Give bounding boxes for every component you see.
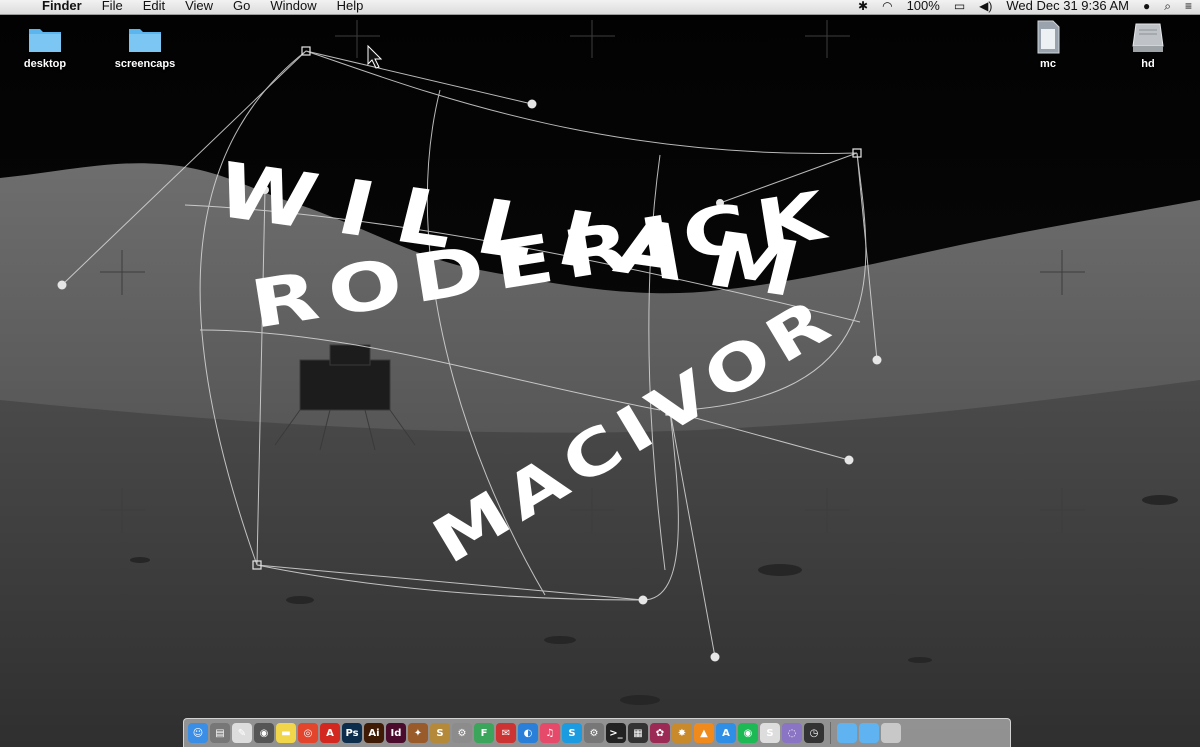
warped-name-artwork: WILLIAM RODERICK MACIVOR — [208, 146, 848, 578]
menu-bar: Finder File Edit View Go Window Help ✱ ◠… — [0, 0, 1200, 15]
menu-bar-status: ✱ ◠ 100% ▭ ◀) Wed Dec 31 9:36 AM ● ⌕ ≡ — [858, 0, 1192, 14]
menu-clock[interactable]: Wed Dec 31 9:36 AM — [1006, 0, 1129, 14]
volume-icon[interactable]: ◀) — [979, 0, 992, 14]
menu-file[interactable]: File — [92, 0, 133, 14]
battery-icon[interactable]: ▭ — [954, 0, 965, 14]
menu-edit[interactable]: Edit — [133, 0, 175, 14]
notification-center-icon[interactable]: ≡ — [1185, 0, 1192, 14]
menu-app-name[interactable]: Finder — [36, 0, 92, 14]
user-icon[interactable]: ● — [1143, 0, 1150, 14]
desktop-screen: WILLIAM RODERICK MACIVOR Finder File Edi… — [0, 0, 1200, 747]
menu-view[interactable]: View — [175, 0, 223, 14]
battery-percent[interactable]: 100% — [907, 0, 940, 14]
spotlight-icon[interactable]: ⌕ — [1164, 0, 1171, 14]
menu-window[interactable]: Window — [260, 0, 326, 14]
wifi-icon[interactable]: ◠ — [882, 0, 892, 14]
menu-bar-left: Finder File Edit View Go Window Help — [0, 0, 373, 14]
menu-help[interactable]: Help — [327, 0, 374, 14]
artwork-line-last: MACIVOR — [420, 281, 848, 578]
bluetooth-icon[interactable]: ✱ — [858, 0, 868, 14]
menu-go[interactable]: Go — [223, 0, 260, 14]
